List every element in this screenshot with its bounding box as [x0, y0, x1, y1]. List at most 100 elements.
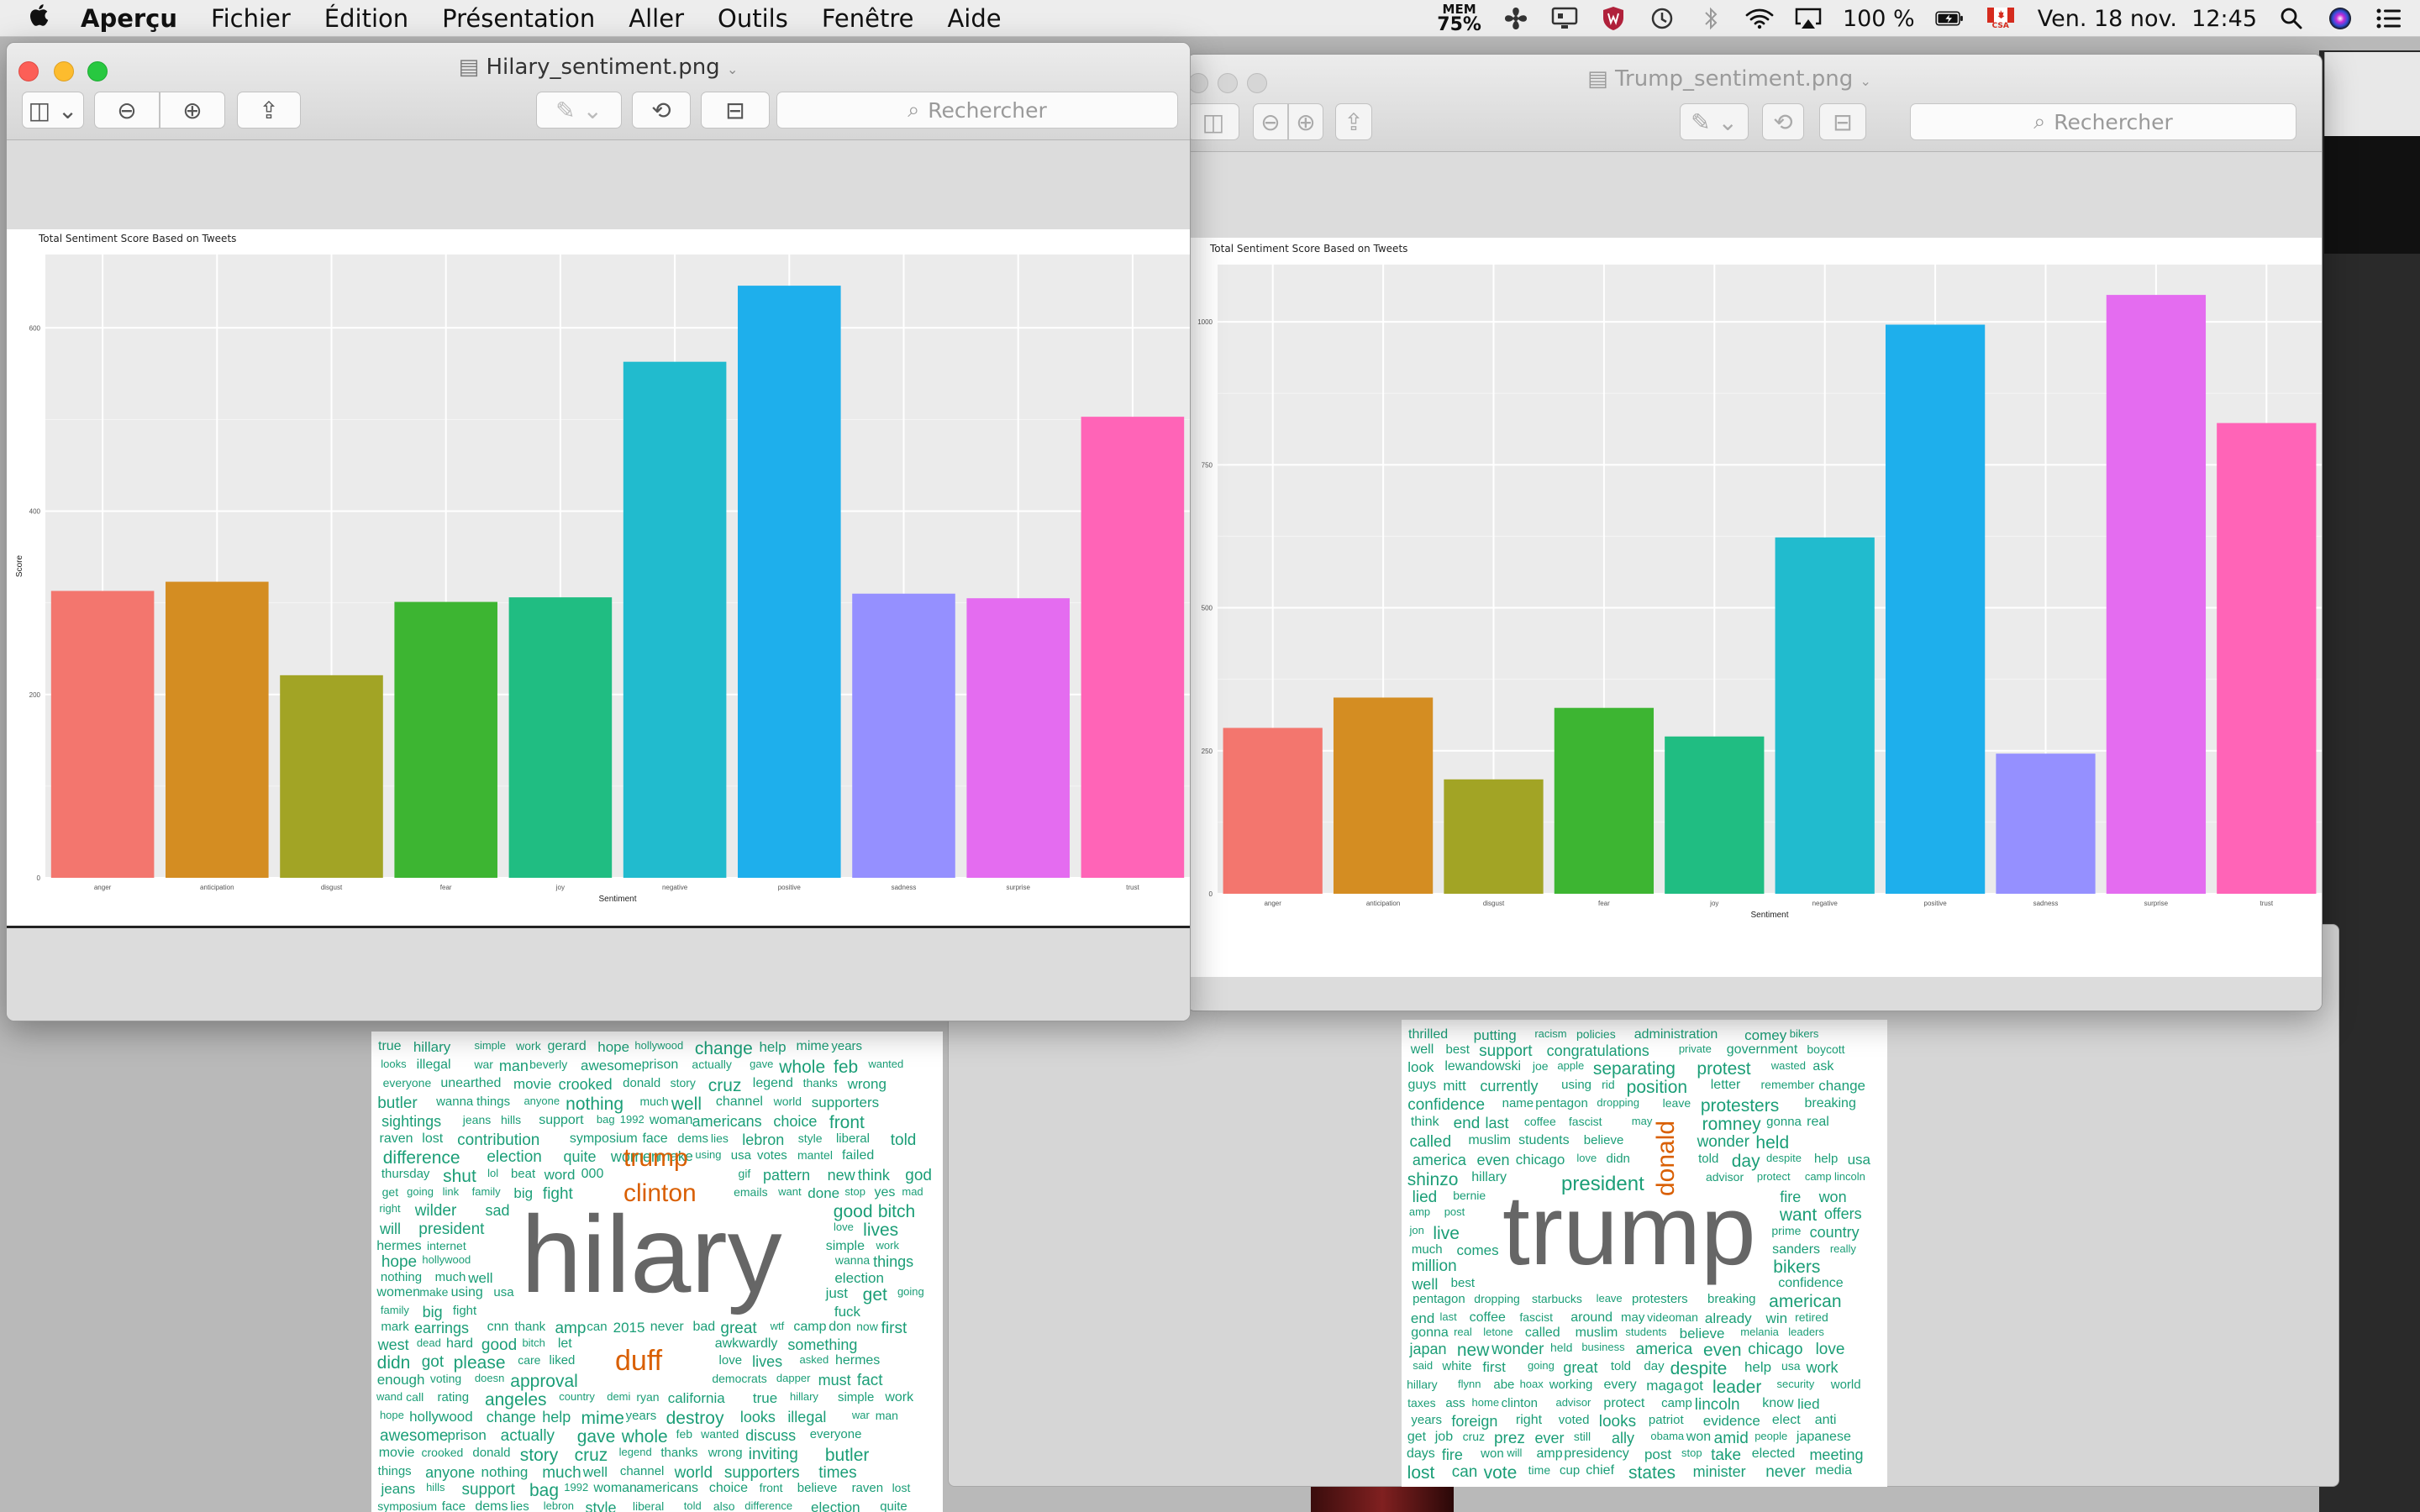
menu-edition[interactable]: Édition [324, 4, 408, 33]
spotlight-search-icon[interactable] [2277, 6, 2306, 31]
wordcloud-word: will [379, 1221, 401, 1237]
share-button[interactable]: ⇪ [237, 92, 301, 129]
wordcloud-word: mad [902, 1185, 923, 1198]
x-tick-label: sadness [2033, 900, 2059, 907]
chevron-down-icon[interactable]: ⌄ [727, 61, 738, 77]
wordcloud-word: great [1563, 1359, 1598, 1376]
shield-icon[interactable] [1599, 6, 1628, 31]
chevron-down-icon[interactable]: ⌄ [1860, 73, 1870, 89]
wordcloud-word: inviting [748, 1446, 798, 1463]
battery-percent[interactable]: 100 % [1843, 6, 1915, 32]
menu-app-name[interactable]: Aperçu [81, 4, 177, 33]
menu-fichier[interactable]: Fichier [211, 4, 291, 33]
toolbox-button[interactable]: ⊟ [1819, 103, 1866, 140]
wordcloud-word: videoman [1647, 1310, 1698, 1324]
wordcloud-word: letone [1483, 1326, 1513, 1338]
wordcloud-word: amp [1536, 1446, 1563, 1461]
share-button[interactable]: ⇪ [1335, 103, 1372, 140]
notification-center-icon[interactable] [2375, 6, 2403, 31]
rotate-button[interactable]: ⟲ [1762, 103, 1804, 140]
fan-icon[interactable] [1502, 6, 1530, 31]
siri-icon[interactable] [2326, 6, 2354, 31]
wordcloud-word: work [1806, 1359, 1839, 1376]
memory-value: 75% [1437, 13, 1481, 35]
wordcloud-word: wonder [1491, 1341, 1544, 1358]
wordcloud-word: enough [376, 1372, 425, 1388]
search-field[interactable]: ⌕ Rechercher [776, 92, 1178, 129]
wordcloud-word: hermes [834, 1353, 881, 1368]
wordcloud-word: mime [796, 1039, 829, 1053]
wordcloud-word: lives [752, 1353, 783, 1370]
battery-icon[interactable] [1935, 6, 1964, 31]
wordcloud-word: wrong [847, 1076, 886, 1092]
flag-label: CSA [1991, 21, 2009, 30]
clock[interactable]: Ven. 18 nov. 12:45 [2038, 6, 2257, 32]
memory-indicator[interactable]: MEM 75% [1437, 3, 1481, 34]
bar-anticipation [166, 581, 269, 878]
wordcloud-word: voted [1558, 1413, 1590, 1427]
display-icon[interactable] [1550, 6, 1579, 31]
wifi-icon[interactable] [1745, 6, 1774, 31]
wordcloud-word: well [671, 1095, 702, 1114]
wordcloud-word: good [481, 1336, 518, 1354]
wordcloud-word: really [1829, 1242, 1856, 1255]
menu-aide[interactable]: Aide [947, 4, 1001, 33]
zoom-out-button[interactable]: ⊖ [1253, 103, 1288, 140]
wordcloud-word: get [381, 1185, 399, 1199]
wordcloud-word: private [1678, 1042, 1712, 1055]
wordcloud-word: flynn [1457, 1378, 1481, 1390]
wordcloud-word: support [539, 1113, 584, 1127]
menu-presentation[interactable]: Présentation [442, 4, 595, 33]
wordcloud-word: congratulations [1546, 1042, 1649, 1059]
wordcloud-word: million [1411, 1257, 1457, 1275]
wordcloud-word: well [468, 1270, 493, 1286]
apple-menu-icon[interactable] [29, 2, 52, 35]
wordcloud-word: policies [1576, 1027, 1616, 1041]
wordcloud-word: quite [880, 1499, 908, 1512]
wordcloud-word: butler [824, 1446, 870, 1465]
wordcloud-word: bernie [1453, 1189, 1486, 1202]
wordcloud-word: true [378, 1039, 402, 1053]
markup-button[interactable]: ✎ ⌄ [536, 92, 622, 129]
wordcloud-word: get [862, 1285, 887, 1305]
menu-fenetre[interactable]: Fenêtre [822, 4, 914, 33]
search-field[interactable]: ⌕ Rechercher [1910, 103, 2296, 140]
wordcloud-word: job [1434, 1430, 1454, 1444]
canada-flag-icon[interactable]: CSA [1984, 6, 2018, 31]
zoom-in-button[interactable]: ⊕ [160, 92, 225, 129]
wordcloud-word: believe [1583, 1133, 1624, 1147]
toolbox-button[interactable]: ⊟ [701, 92, 770, 129]
wordcloud-word: government [1726, 1042, 1798, 1057]
wordcloud-word: fact [856, 1372, 883, 1389]
zoom-out-button[interactable]: ⊖ [94, 92, 160, 129]
wordcloud-word: told [1698, 1152, 1719, 1166]
wordcloud-word: wanna [834, 1253, 871, 1267]
wordcloud-word: call [406, 1390, 424, 1404]
wordcloud-word: thanks [802, 1076, 838, 1089]
wordcloud-word: usa [1781, 1359, 1801, 1373]
markup-button[interactable]: ✎ ⌄ [1680, 103, 1749, 140]
wordcloud-word: cruz [574, 1446, 608, 1465]
bluetooth-icon[interactable] [1697, 6, 1725, 31]
wordcloud-word: post [1644, 1446, 1672, 1462]
wordcloud-word: illegal [787, 1409, 827, 1425]
airplay-icon[interactable] [1794, 6, 1823, 31]
wordcloud-word: love [834, 1221, 854, 1233]
wordcloud-word: channel [715, 1095, 763, 1109]
wordcloud-word: chicago [1748, 1341, 1803, 1358]
menu-aller[interactable]: Aller [629, 4, 684, 33]
menu-outils[interactable]: Outils [718, 4, 788, 33]
wordcloud-word: around [1570, 1310, 1613, 1325]
sidebar-toggle-button[interactable]: ◫ [1187, 103, 1239, 140]
wordcloud-word: whole [779, 1058, 826, 1077]
wordcloud-word: beverly [529, 1058, 568, 1071]
time-machine-icon[interactable] [1648, 6, 1676, 31]
zoom-in-button[interactable]: ⊕ [1288, 103, 1323, 140]
wordcloud-word: votes [756, 1148, 787, 1163]
wordcloud-word: years [831, 1039, 863, 1053]
wordcloud-word: ever [1534, 1430, 1565, 1446]
window-title: ▤ Trump_sentiment.png ⌄ [1187, 66, 2322, 92]
sidebar-toggle-button[interactable]: ◫ ⌄ [22, 92, 84, 129]
rotate-button[interactable]: ⟲ [632, 92, 691, 129]
wordcloud-word: lebron [543, 1499, 574, 1512]
